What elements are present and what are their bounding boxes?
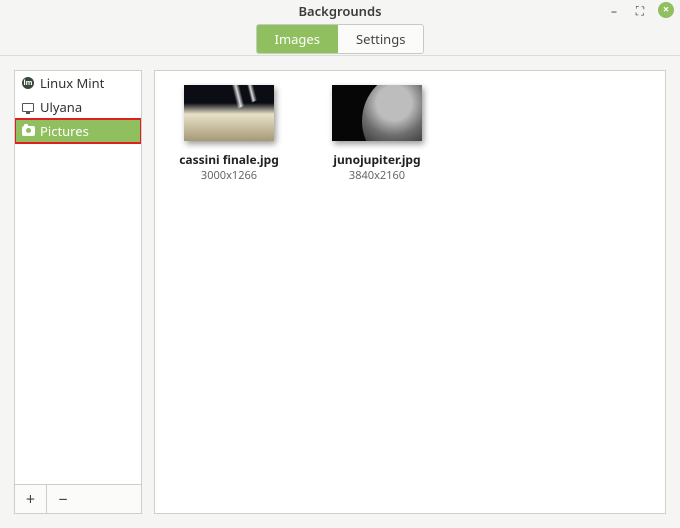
sidebar-item-label: Linux Mint bbox=[40, 74, 104, 92]
sidebar: lm Linux Mint Ulyana Pictures bbox=[14, 70, 142, 485]
image-item[interactable]: cassini finale.jpg 3000x1266 bbox=[169, 85, 289, 183]
image-dimensions: 3840x2160 bbox=[349, 168, 405, 183]
sidebar-column: lm Linux Mint Ulyana Pictures + − bbox=[14, 70, 142, 514]
sidebar-item-label: Ulyana bbox=[40, 98, 82, 116]
window-title: Backgrounds bbox=[0, 2, 680, 20]
tabbar: Images Settings bbox=[0, 22, 680, 56]
remove-folder-button[interactable]: − bbox=[47, 485, 79, 513]
sidebar-buttons: + − bbox=[14, 485, 142, 514]
sidebar-item-pictures[interactable]: Pictures bbox=[15, 119, 141, 143]
tab-images[interactable]: Images bbox=[257, 25, 338, 53]
image-grid: cassini finale.jpg 3000x1266 junojupiter… bbox=[154, 70, 666, 514]
sidebar-item-ulyana[interactable]: Ulyana bbox=[15, 95, 141, 119]
backgrounds-window: Backgrounds – ⛶ × Images Settings lm Lin… bbox=[0, 0, 680, 528]
mint-logo-icon: lm bbox=[21, 76, 35, 90]
minimize-button[interactable]: – bbox=[606, 2, 622, 18]
body-area: lm Linux Mint Ulyana Pictures + − bbox=[0, 56, 680, 528]
tab-group: Images Settings bbox=[256, 24, 425, 54]
close-button[interactable]: × bbox=[658, 2, 674, 18]
thumbnail-cassini bbox=[184, 85, 274, 141]
image-filename: junojupiter.jpg bbox=[333, 151, 420, 168]
monitor-icon bbox=[21, 100, 35, 114]
titlebar: Backgrounds – ⛶ × bbox=[0, 0, 680, 22]
image-dimensions: 3000x1266 bbox=[201, 168, 257, 183]
image-filename: cassini finale.jpg bbox=[179, 151, 279, 168]
maximize-button[interactable]: ⛶ bbox=[632, 2, 648, 18]
add-folder-button[interactable]: + bbox=[15, 485, 47, 513]
thumbnail-juno bbox=[332, 85, 422, 141]
sidebar-item-linux-mint[interactable]: lm Linux Mint bbox=[15, 71, 141, 95]
image-item[interactable]: junojupiter.jpg 3840x2160 bbox=[317, 85, 437, 183]
tab-settings[interactable]: Settings bbox=[338, 25, 423, 53]
sidebar-item-label: Pictures bbox=[40, 122, 89, 140]
window-controls: – ⛶ × bbox=[606, 2, 674, 18]
camera-icon bbox=[21, 124, 35, 138]
